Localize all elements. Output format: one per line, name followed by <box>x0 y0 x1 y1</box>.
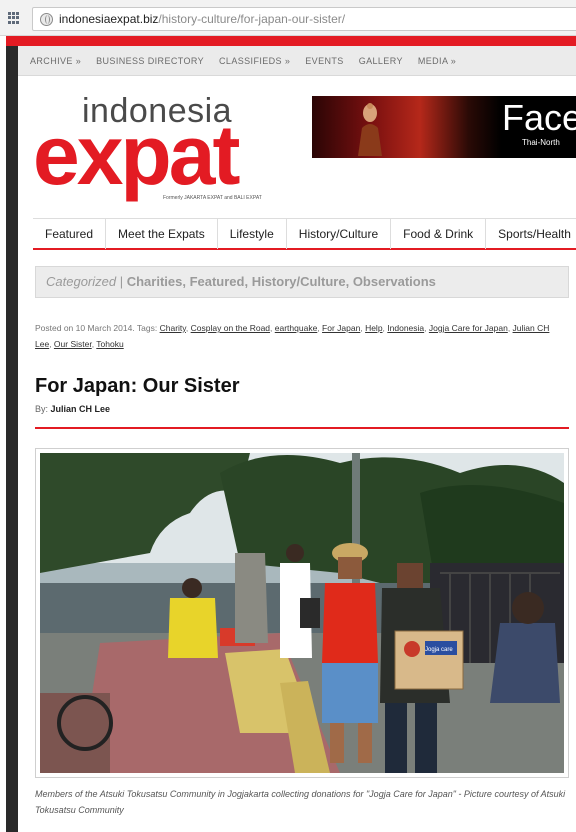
webpage: ARCHIVE » BUSINESS DIRECTORY CLASSIFIEDS… <box>18 46 576 832</box>
tag-link[interactable]: Tohoku <box>96 339 123 349</box>
tag-link[interactable]: Our Sister <box>54 339 92 349</box>
article-photo-frame: Jogja care <box>35 448 569 778</box>
nav-food-drink[interactable]: Food & Drink <box>391 219 487 249</box>
url-host: indonesiaexpat.biz <box>59 12 159 26</box>
tag-link[interactable]: Indonesia <box>387 323 424 333</box>
nav-sports-health[interactable]: Sports/Health <box>486 219 576 249</box>
posted-date: Posted on 10 March 2014. Tags: <box>35 323 158 333</box>
byline: By: Julian CH Lee <box>35 404 110 414</box>
author-name[interactable]: Julian CH Lee <box>51 404 111 414</box>
nav-lifestyle[interactable]: Lifestyle <box>218 219 287 249</box>
tag-link[interactable]: Jogja Care for Japan <box>429 323 508 333</box>
topnav-archive[interactable]: ARCHIVE » <box>30 56 81 66</box>
post-meta: Posted on 10 March 2014. Tags: Charity, … <box>35 323 550 349</box>
top-navigation: ARCHIVE » BUSINESS DIRECTORY CLASSIFIEDS… <box>18 46 576 76</box>
tag-link[interactable]: Help <box>365 323 382 333</box>
browser-toolbar: indonesiaexpat.biz/history-culture/for-j… <box>0 0 576 36</box>
byline-prefix: By: <box>35 404 49 414</box>
ad-title: Face <box>502 97 576 138</box>
logo-text-expat[interactable]: expat <box>33 113 240 197</box>
title-divider <box>35 427 569 429</box>
site-top-red-bar <box>6 36 576 46</box>
topnav-events[interactable]: EVENTS <box>305 56 343 66</box>
topnav-classifieds[interactable]: CLASSIFIEDS » <box>219 56 290 66</box>
ad-subtitle: Thai-North <box>522 138 560 147</box>
buddha-statue-image <box>358 103 382 156</box>
apps-grid-icon[interactable] <box>8 12 20 24</box>
page-left-frame <box>6 36 18 832</box>
nav-meet-the-expats[interactable]: Meet the Expats <box>106 219 218 249</box>
nav-featured[interactable]: Featured <box>33 219 107 249</box>
tag-link[interactable]: For Japan <box>322 323 360 333</box>
street-scene-photo: Jogja care <box>40 453 564 773</box>
topnav-gallery[interactable]: GALLERY <box>359 56 403 66</box>
category-links[interactable]: Charities, Featured, History/Culture, Ob… <box>127 274 436 289</box>
categories-separator: | <box>116 274 127 289</box>
nav-history-culture[interactable]: History/Culture <box>287 219 392 249</box>
tag-link[interactable]: Cosplay on the Road <box>191 323 270 333</box>
categorized-label: Categorized <box>46 274 117 289</box>
url-path: /history-culture/for-japan-our-sister/ <box>158 12 346 26</box>
tag-link[interactable]: Charity <box>160 323 186 333</box>
categories-box: Categorized | Charities, Featured, Histo… <box>35 266 569 298</box>
ad-banner[interactable]: Face Thai-North <box>312 96 576 158</box>
address-bar[interactable]: indonesiaexpat.biz/history-culture/for-j… <box>32 7 576 31</box>
post-title: For Japan: Our Sister <box>35 375 240 397</box>
topnav-business-directory[interactable]: BUSINESS DIRECTORY <box>96 56 204 66</box>
main-navigation: Featured Meet the Expats Lifestyle Histo… <box>33 218 576 250</box>
tag-link[interactable]: earthquake <box>275 323 318 333</box>
article-photo[interactable]: Jogja care <box>40 453 564 773</box>
logo-formerly-text: Formerly JAKARTA EXPAT and BALI EXPAT <box>163 195 262 201</box>
box-label-text: Jogja care <box>425 647 453 653</box>
photo-caption: Members of the Atsuki Tokusatsu Communit… <box>35 789 566 815</box>
topnav-media[interactable]: MEDIA » <box>418 56 456 66</box>
page-info-icon[interactable] <box>40 13 53 26</box>
